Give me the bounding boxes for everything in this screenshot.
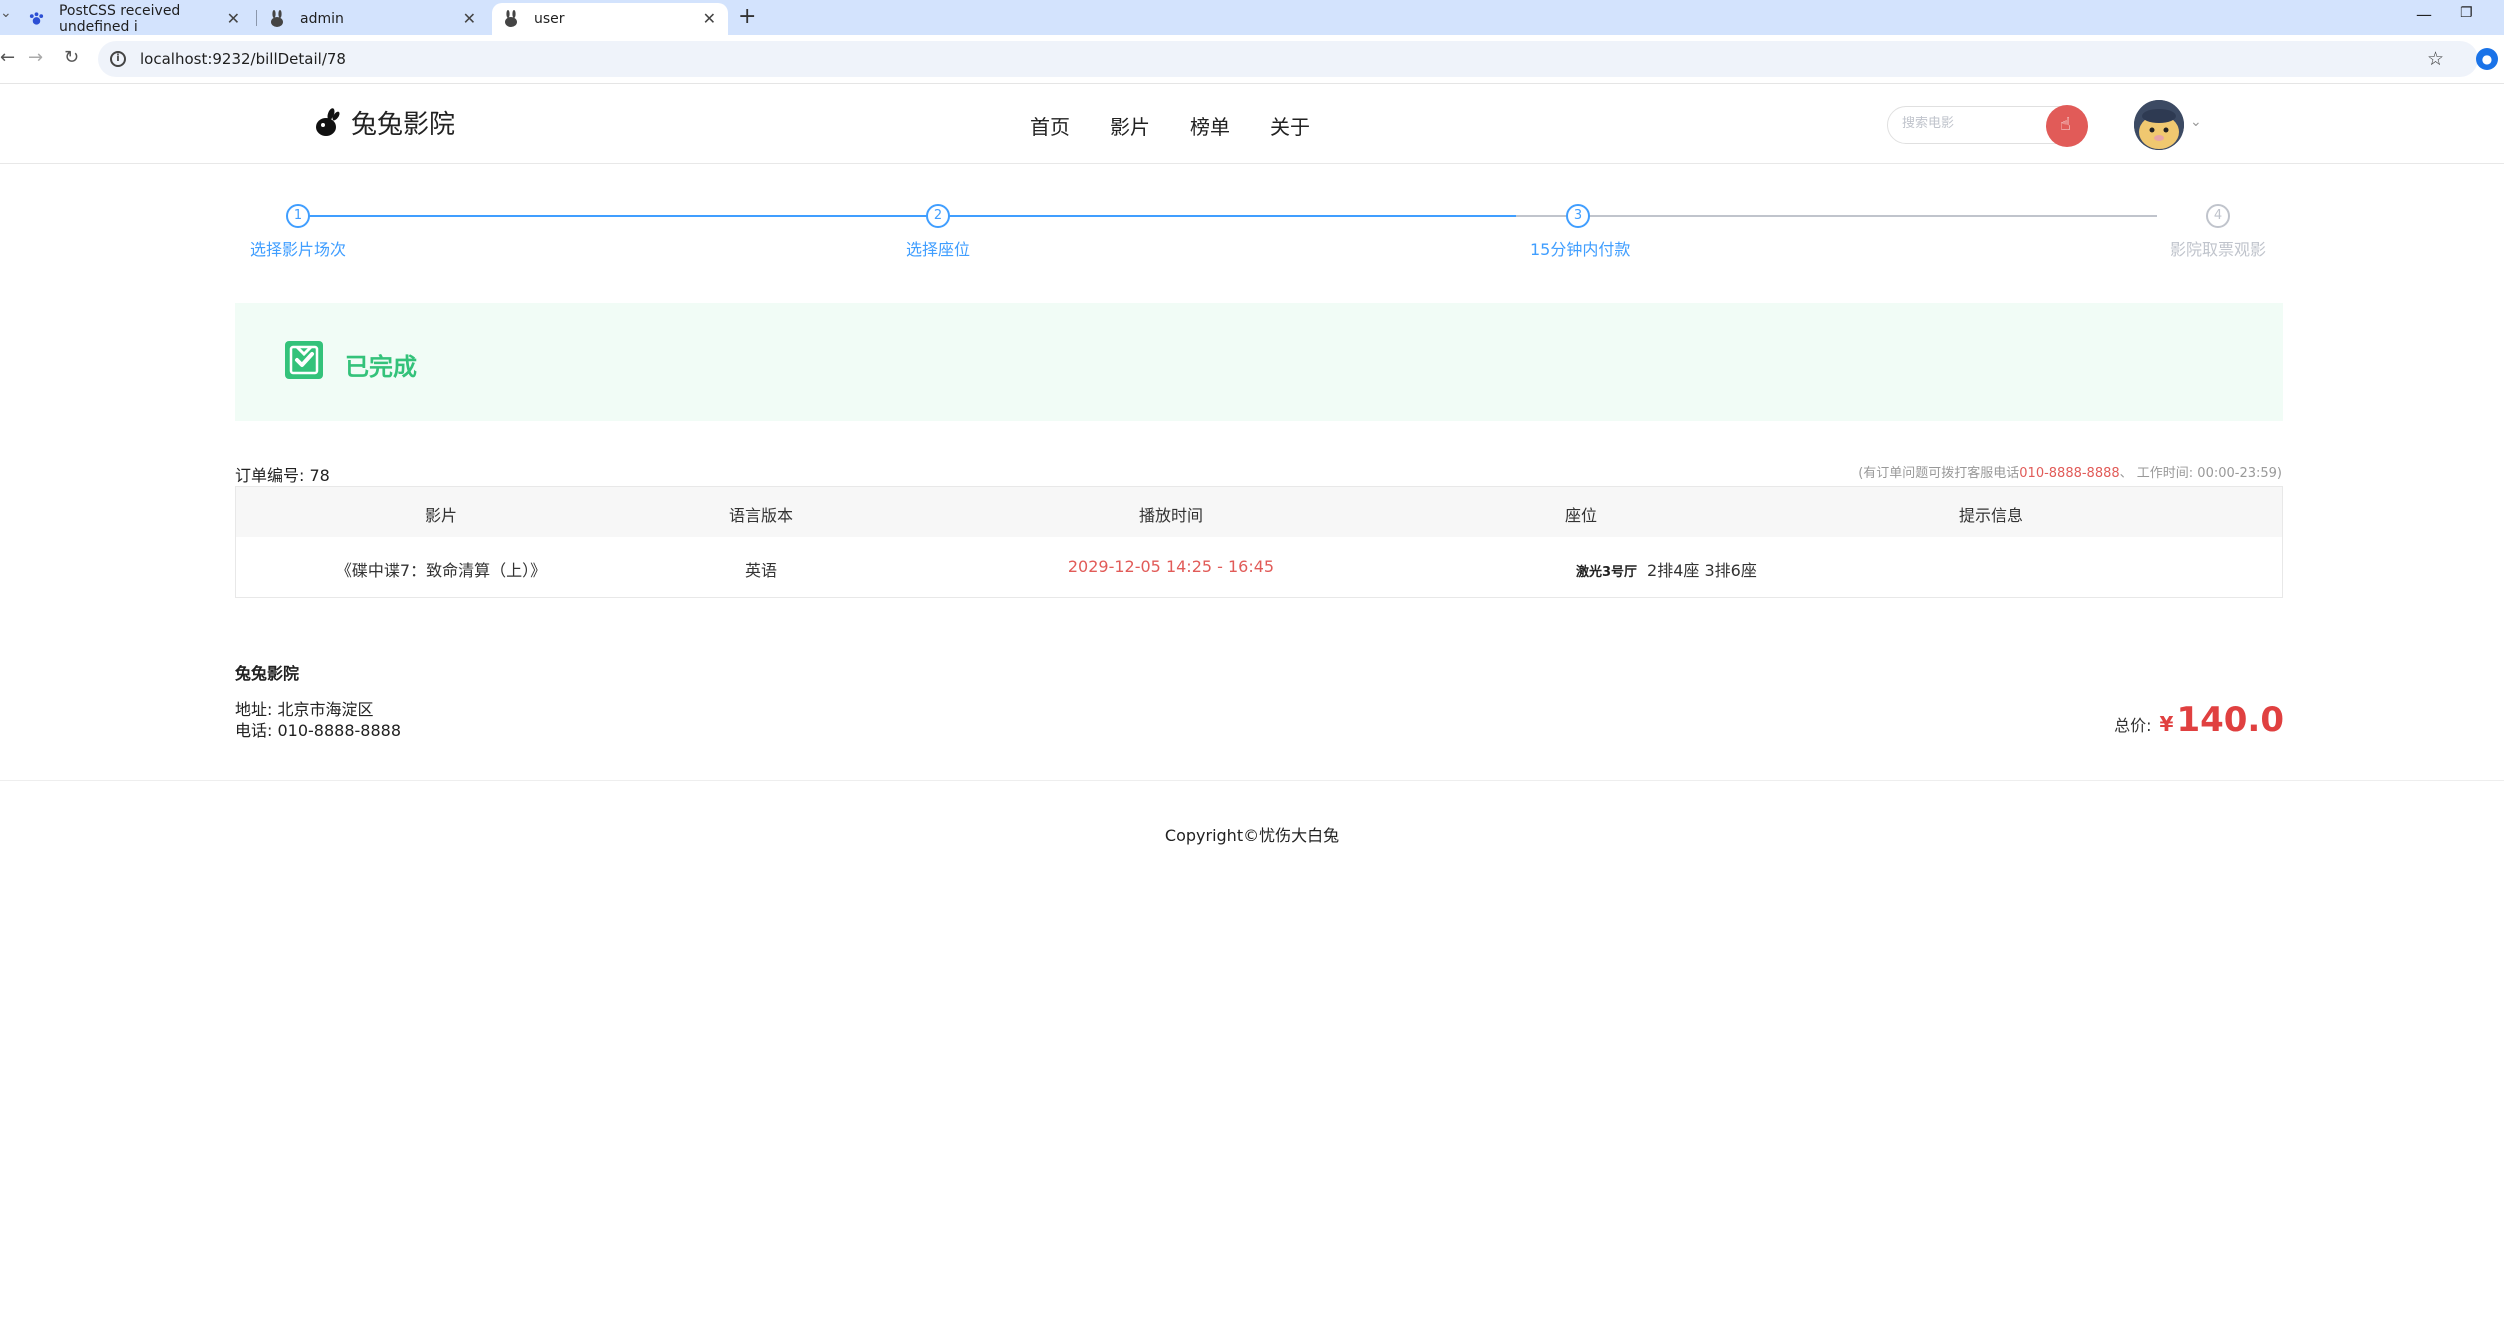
rabbit-icon [271, 10, 283, 27]
avatar[interactable] [2134, 100, 2184, 150]
check-icon [285, 341, 323, 379]
url-text: localhost:9232/billDetail/78 [140, 50, 346, 68]
forward-arrow-icon[interactable]: → [28, 47, 43, 68]
row-language: 英语 [744, 561, 777, 580]
column-header-language: 语言版本 [728, 506, 793, 525]
total-label: 总价: [2114, 716, 2152, 735]
tab-label: user [534, 11, 565, 27]
step-2-circle: 2 [926, 204, 950, 228]
bookmark-star-icon[interactable]: ☆ [2427, 48, 2444, 70]
reload-icon[interactable]: ↻ [64, 47, 79, 68]
total-value: 140.0 [2176, 700, 2284, 740]
step-4-label: 影院取票观影 [2170, 240, 2267, 259]
paw-icon [29, 12, 44, 25]
nav-home[interactable]: 首页 [1030, 111, 1070, 140]
step-1-circle: 1 [286, 204, 310, 228]
tab-label: admin [300, 11, 344, 27]
order-steps: 1 选择影片场次 2 选择座位 3 15分钟内付款 4 影院取票观影 [235, 200, 2285, 270]
step-3-label: 15分钟内付款 [1530, 240, 1631, 259]
browser-tab-admin[interactable]: admin ✕ [258, 3, 488, 35]
tab-overflow-icon[interactable]: ⌄ [0, 5, 12, 21]
column-header-time: 播放时间 [1138, 506, 1203, 525]
new-tab-icon[interactable]: + [738, 4, 756, 29]
copyright: Copyright©忧伤大白兔 [1164, 826, 1340, 845]
total-currency: ¥ [2159, 712, 2174, 736]
minimize-icon[interactable]: — [2416, 5, 2432, 24]
step-connector [875, 215, 1516, 217]
avatar-image [2134, 100, 2184, 150]
browser-tab-user[interactable]: user ✕ [492, 3, 728, 35]
browser-address-bar: ← → ↻ i localhost:9232/billDetail/78 ☆ ● [0, 35, 2504, 84]
back-arrow-icon[interactable]: ← [0, 47, 15, 68]
column-header-movie: 影片 [424, 506, 457, 525]
tab-label: PostCSS received undefined i [58, 3, 181, 35]
service-note-prefix: (有订单问题可拨打客服电话 [1858, 466, 2020, 481]
tab-separator [256, 10, 257, 26]
url-field[interactable]: i localhost:9232/billDetail/78 ☆ [98, 41, 2478, 77]
nav-about[interactable]: 关于 [1270, 111, 1310, 140]
row-time: 2029-12-05 14:25 - 16:45 [1067, 557, 1275, 576]
site-logo[interactable]: 兔兔影院 [313, 104, 455, 141]
search-input[interactable] [1902, 116, 2052, 131]
total-price: 总价: ¥ 140.0 [2114, 700, 2284, 740]
cinema-phone: 电话: 010-8888-8888 [235, 721, 402, 740]
step-3-circle: 3 [1566, 204, 1590, 228]
rabbit-icon [505, 10, 517, 27]
order-number: 订单编号: 78 [235, 466, 330, 485]
site-info-icon[interactable]: i [110, 51, 126, 67]
nav-movies[interactable]: 影片 [1110, 111, 1150, 140]
step-4-circle: 4 [2206, 204, 2230, 228]
nav-rankings[interactable]: 榜单 [1190, 111, 1230, 140]
service-phone: 010-8888-8888 [2019, 466, 2120, 481]
close-icon[interactable]: ✕ [463, 9, 476, 28]
logo-text: 兔兔影院 [351, 110, 456, 140]
cinema-name: 兔兔影院 [235, 664, 300, 683]
row-hall: 激光3号厅 [1576, 565, 1638, 580]
step-1-label: 选择影片场次 [250, 240, 347, 259]
status-text: 已完成 [345, 353, 417, 381]
status-banner: 已完成 [235, 303, 2283, 421]
profile-icon[interactable]: ● [2476, 48, 2498, 70]
rabbit-logo-icon [316, 107, 340, 136]
step-connector [1516, 215, 2157, 217]
step-connector [298, 215, 875, 217]
service-note: (有订单问题可拨打客服电话010-8888-8888、 工作时间: 00:00-… [1858, 462, 2282, 481]
restore-icon[interactable]: ❐ [2460, 5, 2473, 21]
site-header: 兔兔影院 首页 影片 榜单 关于 ☝ ⌄ [0, 84, 2504, 164]
close-icon[interactable]: ✕ [227, 9, 240, 28]
main-nav: 首页 影片 榜单 关于 [1030, 111, 1350, 140]
footer-divider [0, 780, 2504, 781]
order-table: 影片 语言版本 播放时间 座位 提示信息 《碟中谍7：致命清算（上）》 英语 2… [235, 486, 2283, 598]
chevron-down-icon[interactable]: ⌄ [2190, 114, 2202, 130]
browser-tab-bar: ⌄ PostCSS received undefined i ✕ admin ✕… [0, 0, 2504, 35]
close-icon[interactable]: ✕ [703, 9, 716, 28]
hand-cursor-icon: ☝ [2060, 114, 2071, 135]
search-button[interactable]: ☝ [2046, 105, 2088, 147]
step-2-label: 选择座位 [906, 240, 971, 259]
browser-tab-postcss[interactable]: PostCSS received undefined i ✕ [18, 3, 252, 35]
column-header-seat: 座位 [1564, 506, 1597, 525]
row-movie: 《碟中谍7：致命清算（上）》 [335, 561, 547, 580]
row-seat: 激光3号厅 2排4座 3排6座 [1576, 557, 1757, 581]
row-seats: 2排4座 3排6座 [1647, 561, 1757, 580]
column-header-tips: 提示信息 [1958, 506, 2023, 525]
service-note-suffix: 、 工作时间: 00:00-23:59) [2119, 466, 2282, 481]
